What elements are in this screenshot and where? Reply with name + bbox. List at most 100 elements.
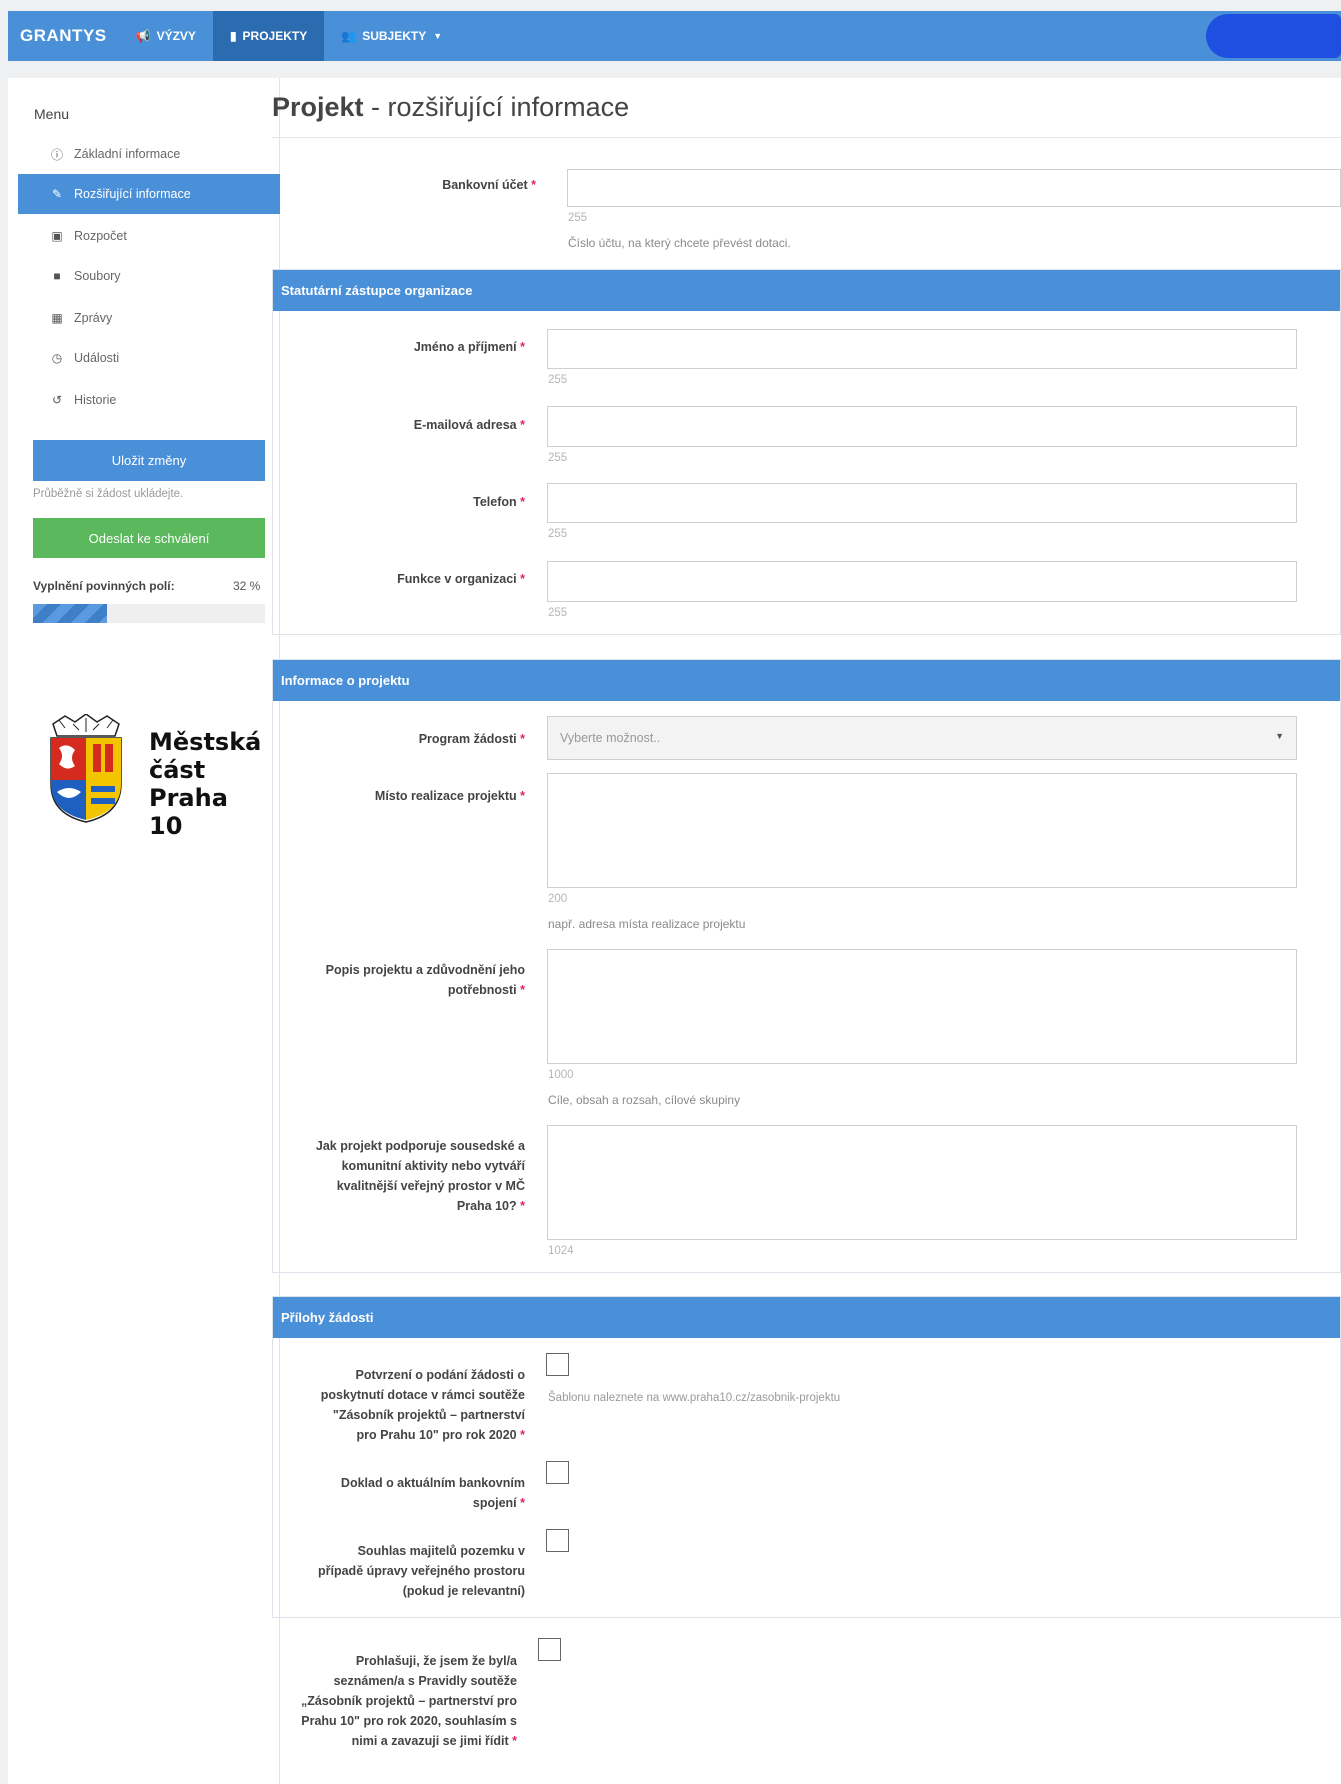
progress-label: Vyplnění povinných polí: <box>33 579 175 593</box>
title-divider <box>272 137 1341 138</box>
sidebar-item-soubory[interactable]: ■ Soubory <box>18 256 280 296</box>
sidebar-item-label: Rozšiřující informace <box>74 187 191 201</box>
required-marker: * <box>531 178 536 192</box>
user-menu-redacted[interactable] <box>1206 14 1341 58</box>
attachment-3-checkbox[interactable] <box>546 1529 569 1552</box>
required-marker: * <box>520 983 525 997</box>
label-text: Praha 10? <box>456 1199 517 1213</box>
label-line: potřebnosti * <box>273 980 525 1000</box>
users-icon: 👥 <box>341 29 357 43</box>
community-support-label: Jak projekt podporuje sousedské a komuni… <box>273 1136 525 1216</box>
page-title-rest: - rozšiřující informace <box>363 92 630 122</box>
place-textarea[interactable] <box>547 773 1297 888</box>
label-text: Místo realizace projektu <box>374 789 517 803</box>
required-marker: * <box>520 1199 525 1213</box>
brand-logo[interactable]: GRANTYS <box>8 26 119 46</box>
bank-account-input[interactable] <box>567 169 1341 207</box>
sidebar-item-label: Soubory <box>74 269 121 283</box>
logo-line: část <box>149 756 206 784</box>
sidebar: Menu ⓘ Základní informace ✎ Rozšiřující … <box>8 78 280 1784</box>
required-marker: * <box>520 732 525 746</box>
label-text: Jméno a příjmení <box>413 340 517 354</box>
nav-subjekty-label: SUBJEKTY <box>362 29 427 43</box>
attachment-1-checkbox[interactable] <box>546 1353 569 1376</box>
sidebar-item-rozsirujici[interactable]: ✎ Rozšiřující informace <box>18 174 280 214</box>
place-help: např. adresa místa realizace projektu <box>548 917 746 931</box>
community-support-counter: 1024 <box>548 1245 574 1257</box>
label-line: seznámen/a s Pravidly soutěže <box>333 1674 517 1688</box>
nav-vyzvy-label: VÝZVY <box>156 29 196 43</box>
info-circle-icon: ⓘ <box>50 147 63 162</box>
program-select[interactable]: Vyberte možnost.. ▼ <box>547 716 1297 760</box>
label-line: poskytnutí dotace v rámci soutěže <box>320 1388 525 1402</box>
label-line: Potvrzení o podání žádosti o <box>355 1368 525 1382</box>
full-name-counter: 255 <box>548 374 568 386</box>
statutory-panel-heading: Statutární zástupce organizace <box>273 270 1340 311</box>
statutory-panel: Statutární zástupce organizace Jméno a p… <box>272 269 1341 635</box>
label-line: Popis projektu a zdůvodnění jeho <box>325 963 525 977</box>
bank-account-label: Bankovní účet * <box>272 175 536 195</box>
project-panel-heading: Informace o projektu <box>273 660 1340 701</box>
required-marker: * <box>520 340 525 354</box>
function-label: Funkce v organizaci * <box>273 569 525 589</box>
progress-percent: 32 % <box>233 579 261 593</box>
function-input[interactable] <box>547 561 1297 602</box>
description-textarea[interactable] <box>547 949 1297 1064</box>
folder-icon: ■ <box>53 269 61 283</box>
progress-bar <box>33 604 265 623</box>
sidebar-item-zakladni[interactable]: ⓘ Základní informace <box>18 134 280 174</box>
label-line: Jak projekt podporuje sousedské a <box>315 1139 525 1153</box>
label-text: Funkce v organizaci <box>397 572 517 586</box>
save-hint: Průběžně si žádost ukládejte. <box>33 488 184 500</box>
community-support-textarea[interactable] <box>547 1125 1297 1240</box>
sidebar-item-udalosti[interactable]: ◷ Události <box>18 338 280 378</box>
top-navbar: GRANTYS 📢 VÝZVY ▮ PROJEKTY 👥 SUBJEKTY ▼ <box>8 11 1341 61</box>
nav-projekty[interactable]: ▮ PROJEKTY <box>212 11 325 61</box>
attachment-1-help: Šablonu naleznete na www.praha10.cz/zaso… <box>548 1392 841 1404</box>
required-marker: * <box>520 789 525 803</box>
bank-account-counter: 255 <box>568 212 588 224</box>
label-line: Praha 10? * <box>273 1196 525 1216</box>
label-line: "Zásobník projektů – partnerství <box>332 1408 525 1422</box>
sidebar-item-rozpocet[interactable]: ▣ Rozpočet <box>18 216 280 256</box>
email-input[interactable] <box>547 406 1297 447</box>
required-marker: * <box>520 495 525 509</box>
label-line: komunitní aktivity nebo vytváří <box>341 1159 525 1173</box>
nav-vyzvy[interactable]: 📢 VÝZVY <box>119 11 213 61</box>
attachments-panel-heading: Přílohy žádosti <box>273 1297 1340 1338</box>
declaration-checkbox[interactable] <box>538 1638 561 1661</box>
attachment-1-label: Potvrzení o podání žádosti o poskytnutí … <box>273 1365 525 1445</box>
label-line: „Zásobník projektů – partnerství pro <box>300 1694 517 1708</box>
label-line: (pokud je relevantní) <box>402 1584 525 1598</box>
label-text: spojení <box>472 1496 517 1510</box>
page-frame: Menu ⓘ Základní informace ✎ Rozšiřující … <box>8 78 1341 1784</box>
attachment-2-checkbox[interactable] <box>546 1461 569 1484</box>
label-text: Telefon <box>473 495 517 509</box>
nav-subjekty[interactable]: 👥 SUBJEKTY ▼ <box>324 11 459 61</box>
submit-for-approval-button[interactable]: Odeslat ke schválení <box>33 518 265 558</box>
phone-label: Telefon * <box>273 492 525 512</box>
table-icon: ▦ <box>51 311 63 325</box>
logo-line: Praha 10 <box>149 784 228 840</box>
label-text: Bankovní účet <box>442 178 528 192</box>
page-title-bold: Projekt <box>272 92 364 122</box>
save-button[interactable]: Uložit změny <box>33 440 265 481</box>
sidebar-item-zpravy[interactable]: ▦ Zprávy <box>18 298 280 338</box>
sidebar-item-historie[interactable]: ↺ Historie <box>18 380 280 420</box>
required-marker: * <box>520 1428 525 1442</box>
place-counter: 200 <box>548 893 568 905</box>
function-counter: 255 <box>548 607 568 619</box>
attachment-2-label: Doklad o aktuálním bankovním spojení * <box>273 1473 525 1513</box>
full-name-input[interactable] <box>547 329 1297 369</box>
money-icon: ▣ <box>51 229 63 243</box>
phone-input[interactable] <box>547 483 1297 523</box>
history-icon: ↺ <box>51 393 63 407</box>
place-label: Místo realizace projektu * <box>273 786 525 806</box>
label-line: případě úpravy veřejného prostoru <box>318 1564 525 1578</box>
sidebar-item-label: Historie <box>74 393 117 407</box>
praha10-logo: Městská část Praha 10 <box>45 713 261 840</box>
project-panel: Informace o projektu Program žádosti * V… <box>272 659 1341 1273</box>
description-help: Cíle, obsah a rozsah, cílové skupiny <box>548 1093 741 1107</box>
label-text: potřebnosti <box>447 983 517 997</box>
required-marker: * <box>520 418 525 432</box>
